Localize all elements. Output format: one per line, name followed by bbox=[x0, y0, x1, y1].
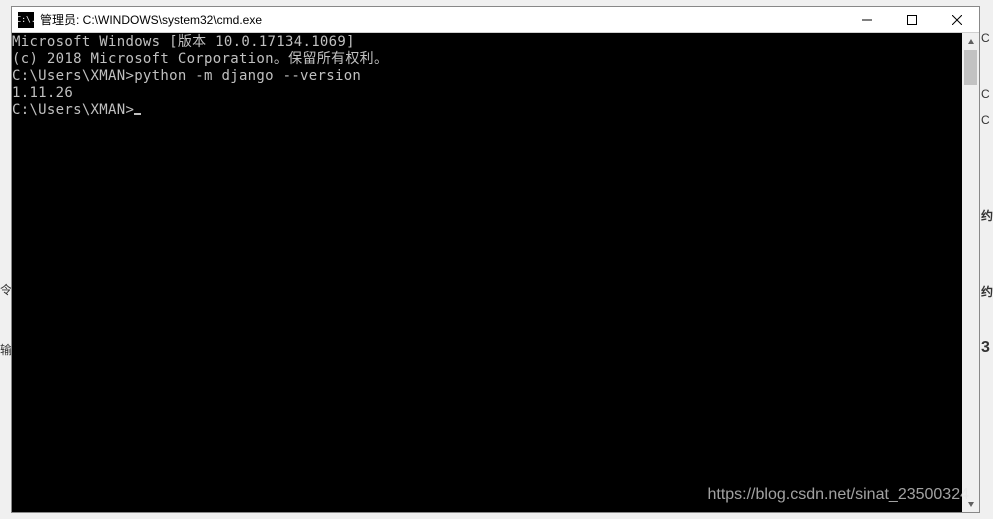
titlebar[interactable]: C:\. 管理员: C:\WINDOWS\system32\cmd.exe bbox=[12, 7, 979, 33]
minimize-icon bbox=[862, 15, 872, 25]
vertical-scrollbar[interactable] bbox=[962, 33, 979, 512]
close-button[interactable] bbox=[934, 7, 979, 32]
terminal-area: Microsoft Windows [版本 10.0.17134.1069](c… bbox=[12, 33, 979, 512]
scroll-down-button[interactable] bbox=[962, 495, 979, 512]
minimize-button[interactable] bbox=[844, 7, 889, 32]
cmd-window: C:\. 管理员: C:\WINDOWS\system32\cmd.exe Mi… bbox=[11, 6, 980, 513]
bg-text: C bbox=[981, 86, 993, 102]
maximize-button[interactable] bbox=[889, 7, 934, 32]
prompt: C:\Users\XMAN> bbox=[12, 102, 134, 118]
terminal-output[interactable]: Microsoft Windows [版本 10.0.17134.1069](c… bbox=[12, 33, 962, 512]
scrollbar-track[interactable] bbox=[962, 50, 979, 495]
terminal-line: C:\Users\XMAN>python -m django --version bbox=[12, 68, 962, 85]
close-icon bbox=[952, 15, 962, 25]
chevron-down-icon bbox=[967, 500, 975, 508]
maximize-icon bbox=[907, 15, 917, 25]
bg-text: 令 bbox=[0, 260, 11, 320]
bg-text: 约 bbox=[981, 284, 993, 300]
chevron-up-icon bbox=[967, 38, 975, 46]
bg-text: 约 bbox=[981, 208, 993, 224]
prompt: C:\Users\XMAN> bbox=[12, 68, 134, 84]
terminal-line: 1.11.26 bbox=[12, 85, 962, 102]
scrollbar-thumb[interactable] bbox=[964, 50, 977, 85]
terminal-line: Microsoft Windows [版本 10.0.17134.1069] bbox=[12, 34, 962, 51]
cursor bbox=[134, 113, 141, 115]
bg-text: 输 bbox=[0, 320, 11, 380]
bg-text: C bbox=[981, 112, 993, 128]
bg-text: C bbox=[981, 30, 993, 46]
background-page-left: 令 输 bbox=[0, 260, 11, 380]
window-controls bbox=[844, 7, 979, 32]
bg-text: 3 bbox=[981, 340, 993, 356]
terminal-line: C:\Users\XMAN> bbox=[12, 102, 962, 119]
background-page-right: C C C 约 约 3 bbox=[981, 30, 993, 510]
terminal-line: (c) 2018 Microsoft Corporation。保留所有权利。 bbox=[12, 51, 962, 68]
command-text: python -m django --version bbox=[134, 68, 361, 84]
cmd-icon: C:\. bbox=[18, 12, 34, 28]
window-title: 管理员: C:\WINDOWS\system32\cmd.exe bbox=[40, 11, 844, 28]
scroll-up-button[interactable] bbox=[962, 33, 979, 50]
